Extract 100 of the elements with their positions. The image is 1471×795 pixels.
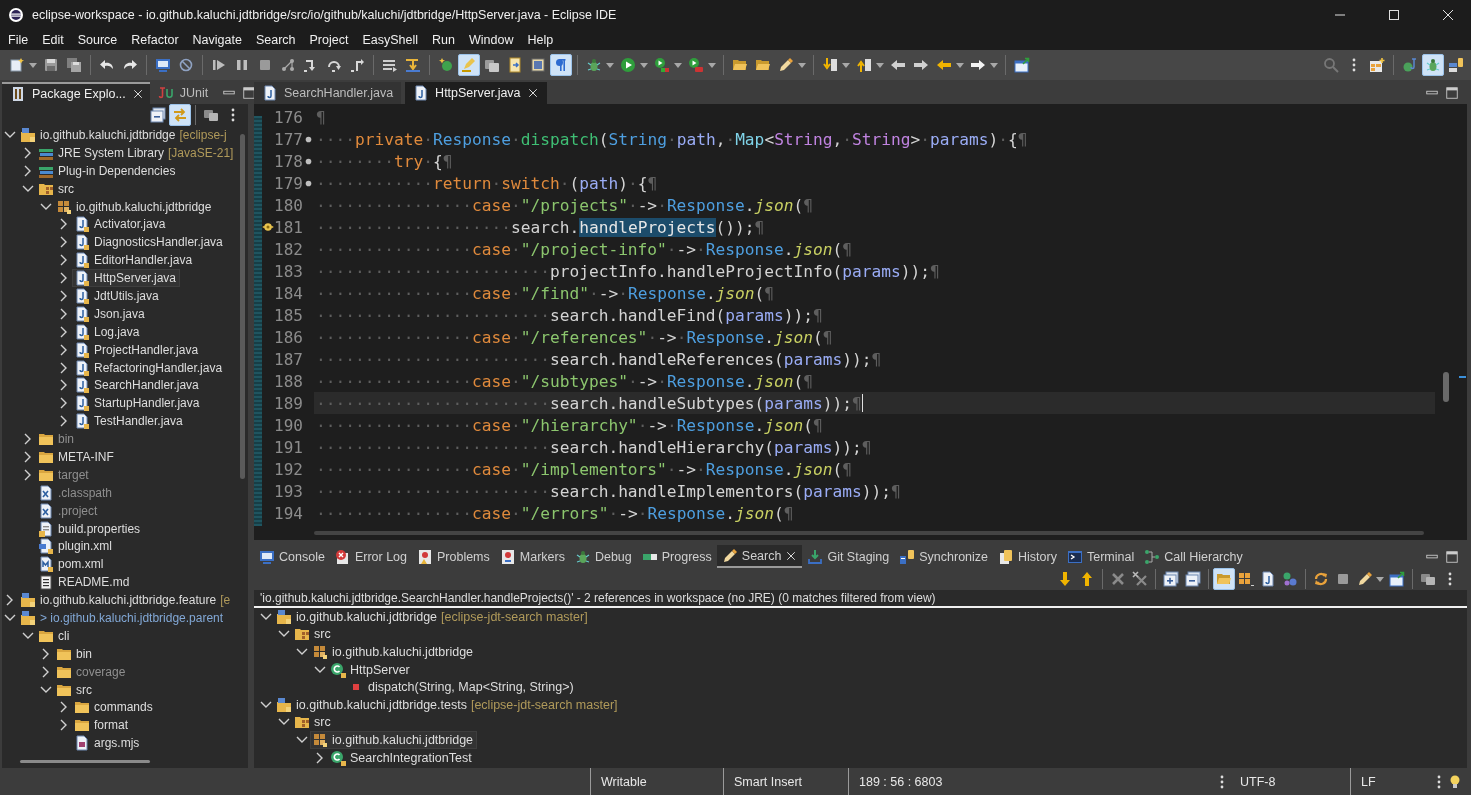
tree-item[interactable]: cli <box>36 627 74 645</box>
view-tab[interactable]: Debug <box>569 545 637 568</box>
tree-item[interactable]: JdtUtils.java <box>72 287 163 305</box>
tree-item[interactable]: Activator.java <box>72 215 170 234</box>
tree-item[interactable]: commands <box>72 698 157 717</box>
tree-item[interactable]: HttpServer.java <box>72 269 181 287</box>
view-tab[interactable]: Terminal <box>1061 545 1140 568</box>
code-line: ················case·"/projects"·->·Response.json(¶ <box>315 194 815 216</box>
tree-item[interactable]: Plug-in Dependencies <box>36 161 180 180</box>
line-number: 184 <box>274 283 304 303</box>
view-tab[interactable]: Search <box>716 545 803 568</box>
code-line: ························search.handleReferences(params));¶ <box>315 348 883 370</box>
menu-item[interactable]: Refactor <box>124 33 186 47</box>
code-line: ························search.handleImplementors(params));¶ <box>315 480 902 502</box>
tree-item[interactable]: .classpath <box>36 483 117 502</box>
view-tab[interactable]: JUnit <box>149 82 215 104</box>
tree-item[interactable]: build.properties <box>36 519 145 538</box>
tree-item[interactable]: src <box>292 713 335 732</box>
view-tab[interactable]: History <box>993 545 1062 568</box>
tree-item[interactable]: plugin.xml <box>36 537 117 556</box>
menu-item[interactable]: File <box>1 33 36 47</box>
tree-item[interactable]: io.github.kaluchi.jdtbridge [eclipse-jdt-search master] <box>274 608 592 626</box>
tree-item[interactable]: HttpServer <box>328 660 414 679</box>
search-summary: 'io.github.kaluchi.jdtbridge.SearchHandler.handleProjects()' - 2 references in workspace (no JRE) (0 matches filtered from view) <box>254 590 1467 608</box>
code-line: ················case·"/find"·->·Response.json(¶ <box>315 282 776 304</box>
tree-item[interactable]: coverage <box>54 662 130 681</box>
code-line: ················case·"/implementors"·->·Response.json(¶ <box>315 458 854 480</box>
code-line: ················case·"/project-info"·->·Response.json(¶ <box>315 238 854 260</box>
line-number: 194 <box>274 503 304 523</box>
view-tab[interactable]: Git Staging <box>802 545 895 568</box>
view-tab[interactable]: Markers <box>494 545 570 568</box>
menu-item[interactable]: Help <box>520 33 561 47</box>
line-number: 190 <box>274 415 304 435</box>
line-number: 182 <box>274 239 304 259</box>
line-number: 179 <box>274 173 304 193</box>
line-number: 181 <box>274 217 304 237</box>
tree-item[interactable]: io.github.kaluchi.jdtbridge.tests [eclipse-jdt-search master] <box>274 695 622 714</box>
view-tab[interactable]: Synchronize <box>894 545 994 568</box>
code-line: ····private·Response·dispatch(String·path,·Map<String,·String>·params)·{¶ <box>315 128 1029 150</box>
code-line: ········try·{¶ <box>315 150 454 172</box>
tree-item[interactable]: META-INF <box>36 448 118 466</box>
tree-item[interactable]: Json.java <box>72 305 149 323</box>
tree-item[interactable]: io.github.kaluchi.jdtbridge [eclipse-j <box>18 126 231 144</box>
tree-item[interactable]: EditorHandler.java <box>72 251 197 269</box>
line-number: 177 <box>274 129 304 149</box>
menu-item[interactable]: Search <box>248 33 303 47</box>
tree-item[interactable]: RefactoringHandler.java <box>72 358 227 377</box>
window-title: eclipse-workspace - io.github.kaluchi.jdtbridge/src/io/github/kaluchi/jdtbridge/HttpServer.java - Eclipse IDE <box>32 8 618 22</box>
line-number: 185 <box>274 305 304 325</box>
menu-item[interactable]: Run <box>425 33 462 47</box>
tree-item[interactable]: .project <box>36 501 102 520</box>
tree-item[interactable]: src <box>36 179 78 198</box>
menu-item[interactable]: EasyShell <box>355 33 425 47</box>
tree-item[interactable]: args.mjs <box>72 734 144 752</box>
tree-item[interactable]: DiagnosticsHandler.java <box>72 233 227 252</box>
tree-item[interactable]: bin <box>36 430 78 448</box>
code-line: ························search.handleFind(params));¶ <box>315 304 824 326</box>
tree-item[interactable]: format <box>72 716 132 735</box>
tree-item[interactable]: src <box>54 680 96 699</box>
tree-item[interactable]: pom.xml <box>36 555 108 574</box>
code-line: ················case·"/hierarchy"·->·Response.json(¶ <box>315 414 824 436</box>
tree-item[interactable]: StartupHandler.java <box>72 394 204 413</box>
code-line: ················case·"/errors"·->·Response.json(¶ <box>315 502 795 524</box>
line-number: 176 <box>274 107 304 127</box>
menu-item[interactable]: Window <box>461 33 521 47</box>
menu-item[interactable]: Edit <box>35 33 71 47</box>
view-tab[interactable]: Call Hierarchy <box>1139 545 1248 568</box>
tree-item[interactable]: README.md <box>36 573 134 591</box>
line-number: 191 <box>274 437 304 457</box>
line-number: 183 <box>274 261 304 281</box>
view-tab[interactable]: Problems <box>412 545 495 568</box>
editor-tab[interactable]: SearchHandler.java <box>254 82 402 104</box>
code-line: ············return·switch·(path)·{¶ <box>315 172 659 194</box>
menu-item[interactable]: Project <box>302 33 356 47</box>
tree-item[interactable]: JRE System Library [JavaSE-21] <box>36 144 238 162</box>
tree-item[interactable]: io.github.kaluchi.jdtbridge.feature [e <box>18 591 235 609</box>
view-tab[interactable]: Error Log <box>329 545 412 568</box>
tree-item[interactable]: io.github.kaluchi.jdtbridge <box>310 643 478 661</box>
tree-item[interactable]: Log.java <box>72 322 144 341</box>
tree-item[interactable]: src <box>292 625 335 644</box>
line-number: 180 <box>274 195 304 215</box>
view-tab[interactable]: Console <box>254 545 330 568</box>
menu-item[interactable]: Navigate <box>185 33 249 47</box>
tree-item[interactable]: target <box>36 466 93 484</box>
view-tab[interactable]: Package Explo... <box>2 82 150 104</box>
tree-item[interactable]: dispatch(String, Map<String, String>) <box>346 678 578 696</box>
editor-tab[interactable]: HttpServer.java <box>405 82 547 104</box>
tree-item[interactable]: bin <box>54 644 96 663</box>
tree-item[interactable]: ProjectHandler.java <box>72 340 203 359</box>
view-tab[interactable]: Progress <box>636 545 717 568</box>
code-line: ························projectInfo.handleProjectInfo(params));¶ <box>315 260 941 282</box>
code-line: ················case·"/subtypes"·->·Response.json(¶ <box>315 370 815 392</box>
tree-item[interactable]: io.github.kaluchi.jdtbridge <box>54 197 216 216</box>
tree-item[interactable]: TestHandler.java <box>72 412 187 430</box>
tree-item[interactable]: io.github.kaluchi.jdtbridge <box>310 731 478 749</box>
tree-item[interactable]: > io.github.kaluchi.jdtbridge.parent <box>18 609 228 627</box>
line-number: 193 <box>274 481 304 501</box>
menu-item[interactable]: Source <box>70 33 125 47</box>
tree-item[interactable]: SearchHandler.java <box>72 376 203 395</box>
tree-item[interactable]: SearchIntegrationTest <box>328 748 476 767</box>
